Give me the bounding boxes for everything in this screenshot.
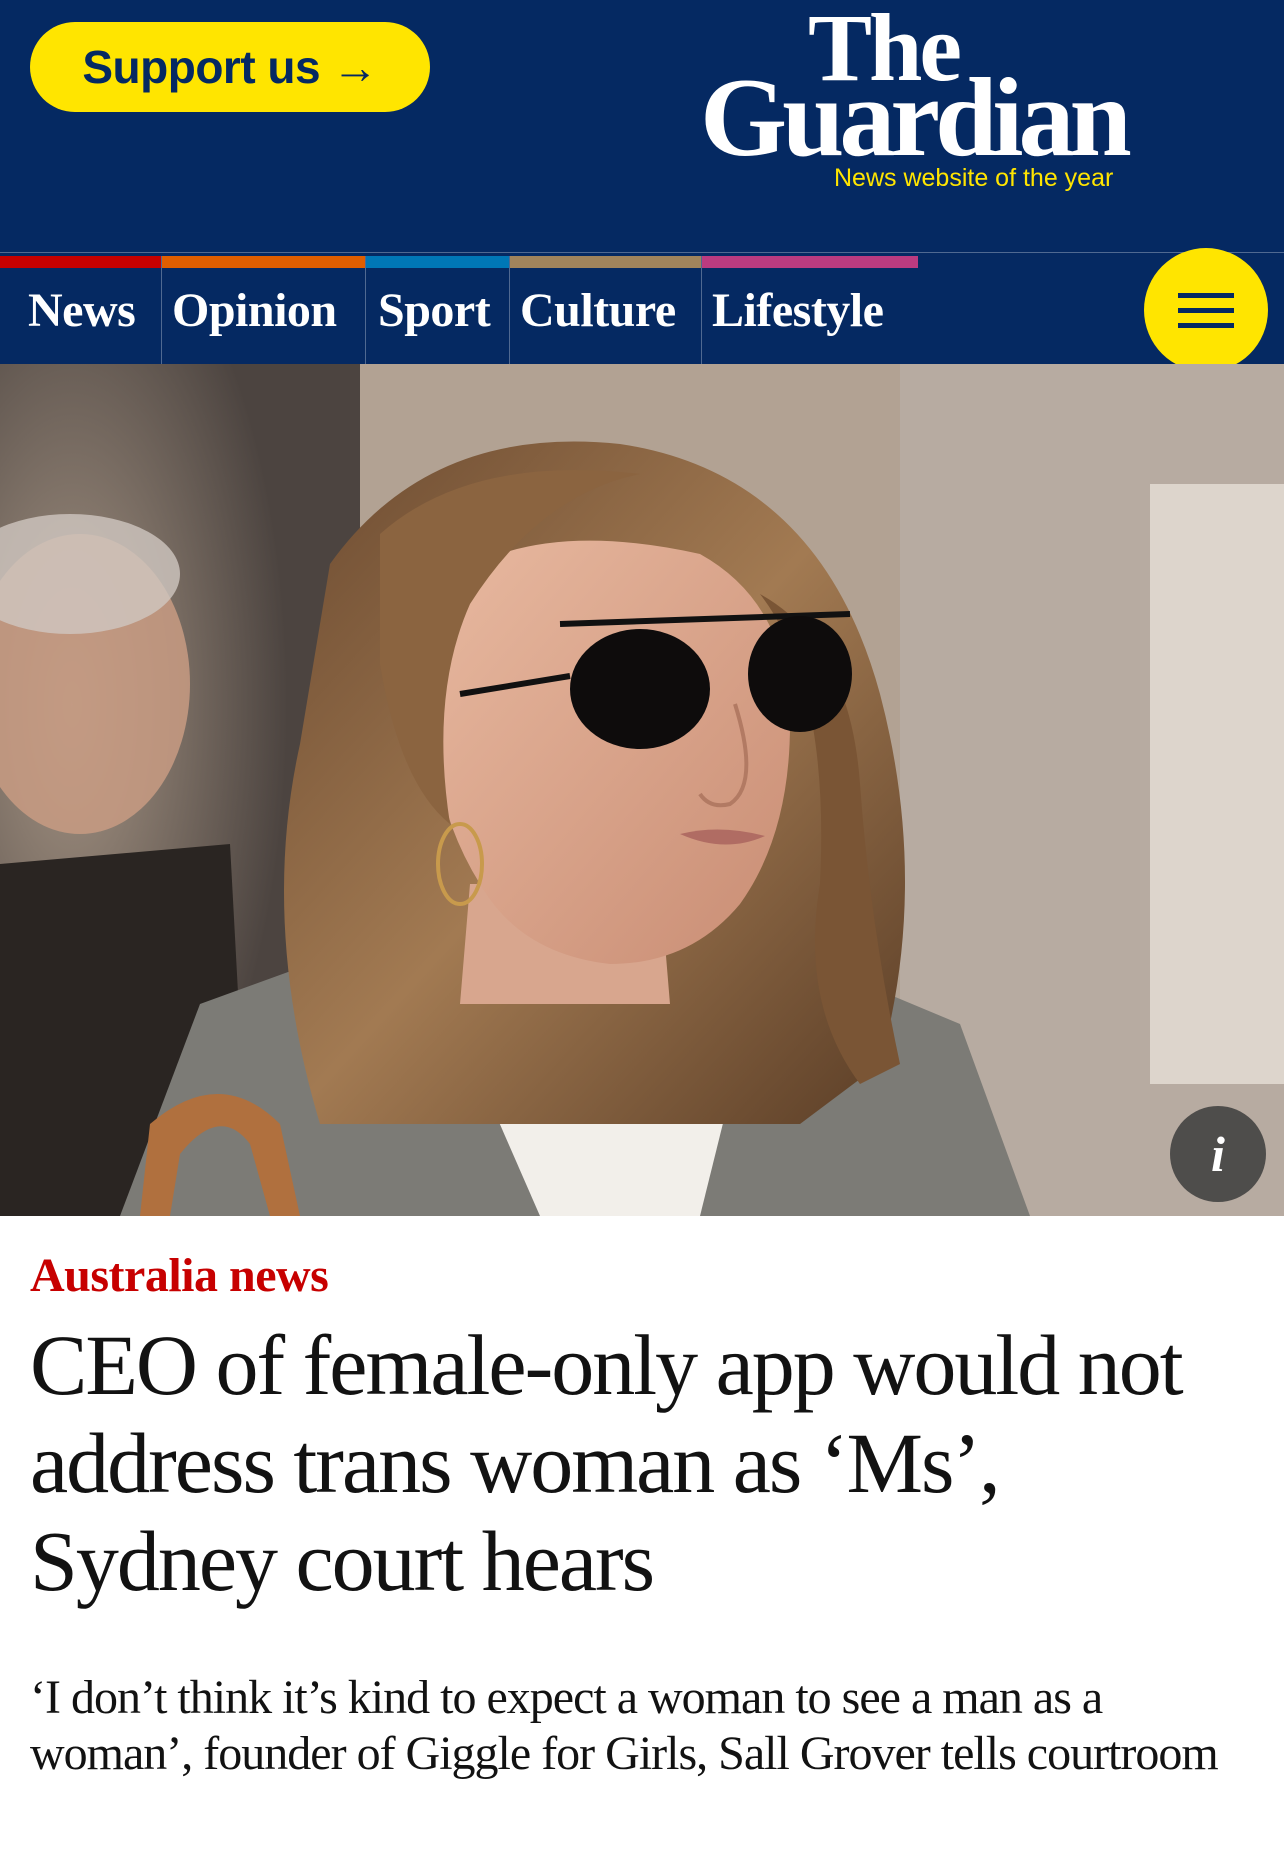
site-header: Support us → The Guardian News website o… [0,0,1284,372]
logo-guardian: Guardian [700,56,1132,180]
nav-item-culture[interactable]: Culture [510,256,702,364]
guardian-logo[interactable]: The Guardian News website of the year [700,0,1220,200]
nav-item-sport[interactable]: Sport [366,256,510,364]
nav-pillar-bar [366,256,509,268]
nav-item-label: Sport [378,283,491,337]
support-us-label: Support us [82,41,321,93]
nav-item-label: Opinion [172,283,337,337]
nav-item-label: Lifestyle [712,283,884,337]
header-divider [0,252,1284,253]
nav-item-news[interactable]: News [0,256,162,364]
image-info-button[interactable]: i [1170,1106,1266,1202]
nav-item-lifestyle[interactable]: Lifestyle [702,256,918,364]
nav-pillar-bar [510,256,701,268]
article-headline: CEO of female-only app would not address… [30,1317,1184,1609]
hamburger-icon-line [1178,322,1234,328]
nav-item-label: Culture [520,283,676,337]
hamburger-menu-button[interactable] [1144,248,1268,372]
section-kicker[interactable]: Australia news [30,1248,329,1303]
arrow-right-icon: → [332,41,378,93]
article-photo-illustration [0,364,1284,1216]
article-main-image [0,364,1284,1216]
hamburger-icon [1178,292,1234,298]
nav-pillar-bar [162,256,365,268]
article-standfirst: ‘I don’t think it’s kind to expect a wom… [30,1671,1219,1780]
nav-item-label: News [28,283,136,337]
primary-nav: News Opinion Sport Culture Lifestyle [0,256,918,364]
nav-pillar-bar [0,256,161,268]
hamburger-icon-line [1178,307,1234,313]
nav-pillar-bar [702,256,918,268]
logo-tagline: News website of the year [834,164,1114,192]
support-us-button[interactable]: Support us → [30,22,430,112]
nav-item-opinion[interactable]: Opinion [162,256,366,364]
